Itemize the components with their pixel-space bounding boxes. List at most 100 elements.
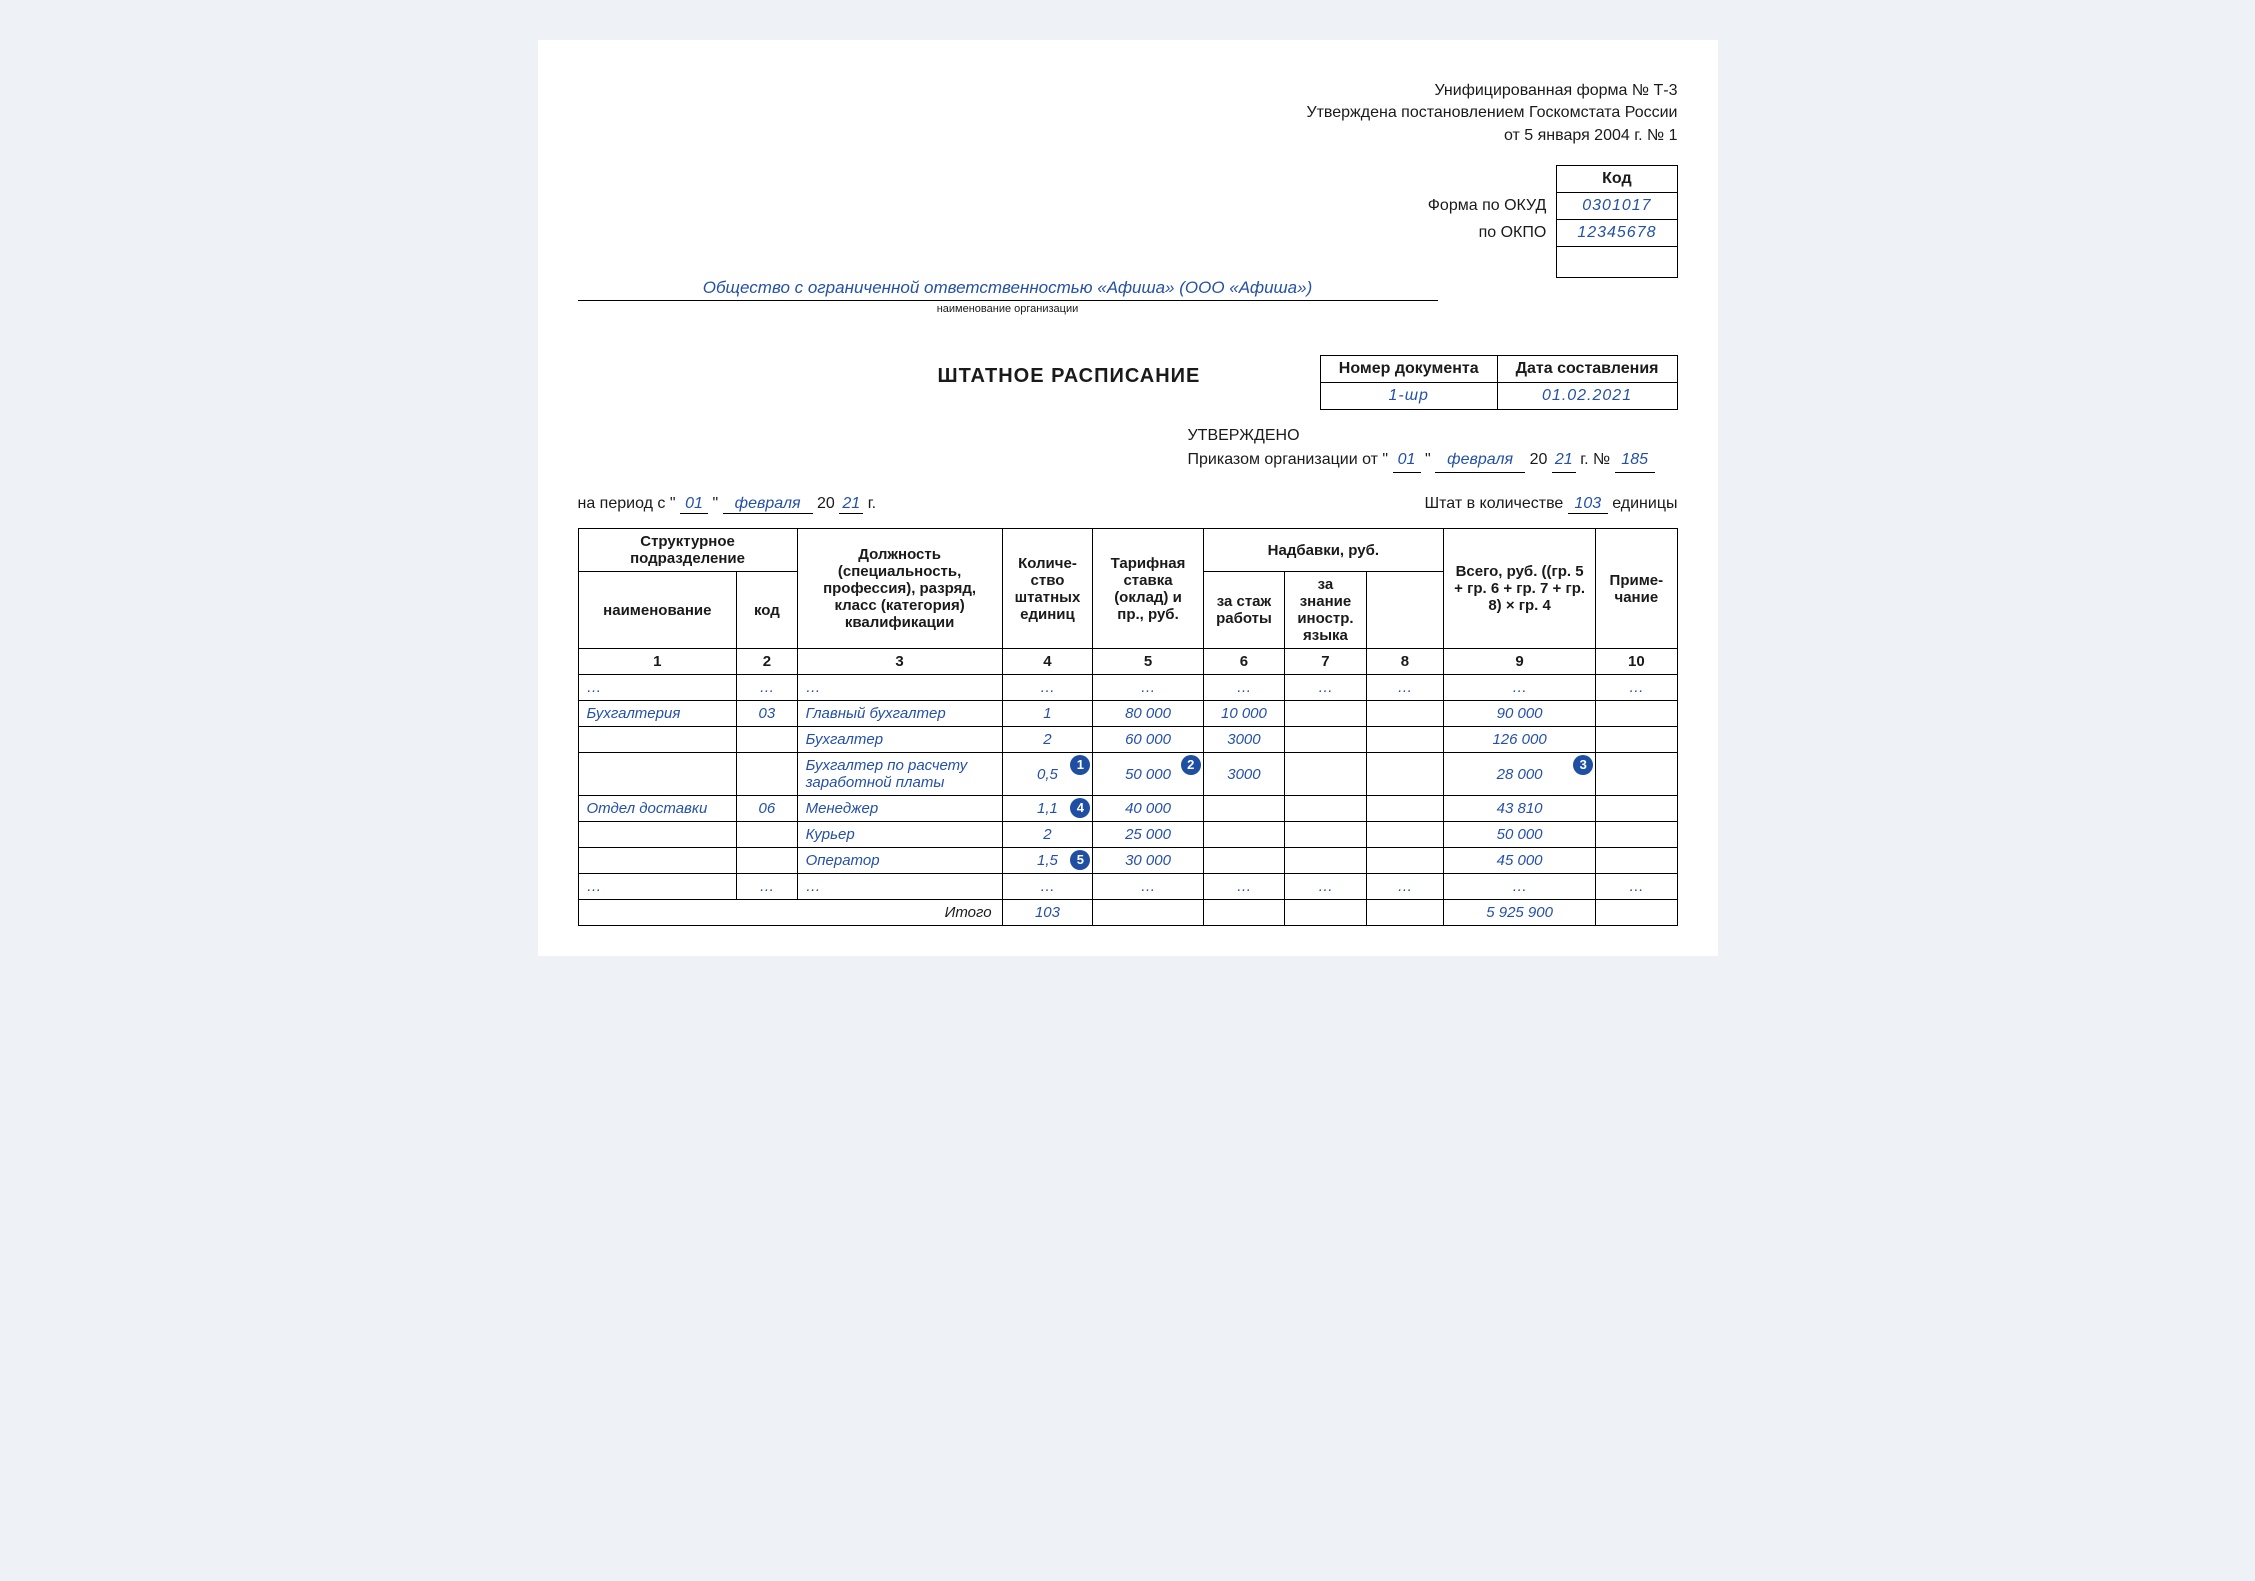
- cell-a1: 3000: [1203, 753, 1285, 796]
- cell-pos: Курьер: [797, 822, 1002, 848]
- ellipsis-cell: …: [1093, 874, 1203, 900]
- cell-note: [1596, 848, 1677, 874]
- cell-code: 03: [737, 701, 797, 727]
- cell-note: [1596, 796, 1677, 822]
- cell-a2: [1285, 822, 1367, 848]
- ellipsis-cell: …: [1093, 675, 1203, 701]
- doc-title: ШТАТНОЕ РАСПИСАНИЕ: [938, 365, 1201, 388]
- approval-day: 01: [1393, 448, 1421, 473]
- docdate-header: Дата составления: [1497, 356, 1677, 383]
- cell-a1: 3000: [1203, 727, 1285, 753]
- ellipsis-cell: …: [1366, 675, 1443, 701]
- ellipsis-cell: …: [1203, 874, 1285, 900]
- totals-cell: [1366, 900, 1443, 926]
- form-header: Унифицированная форма № Т-3 Утверждена п…: [578, 80, 1678, 147]
- cell-rate: 50 0002: [1093, 753, 1203, 796]
- table-row: Курьер225 00050 000: [578, 822, 1677, 848]
- approval-month: февраля: [1435, 448, 1525, 473]
- col-allow3: [1366, 572, 1443, 649]
- period-block: на период с " 01 " февраля 20 21 г.: [578, 495, 877, 514]
- main-table: Структурное подразделение Должность (спе…: [578, 528, 1678, 926]
- cell-units: 1: [1002, 701, 1093, 727]
- cell-units: 2: [1002, 727, 1093, 753]
- okpo-label: по ОКПО: [1408, 220, 1557, 247]
- totals-cell: 5 925 900: [1443, 900, 1595, 926]
- period-month: февраля: [723, 495, 813, 514]
- cell-pos: Оператор: [797, 848, 1002, 874]
- table-row: Оператор1,5530 00045 000: [578, 848, 1677, 874]
- cell-a2: [1285, 753, 1367, 796]
- ellipsis-cell: …: [578, 874, 737, 900]
- col-rate: Тарифная ставка (оклад) и пр., руб.: [1093, 529, 1203, 649]
- cell-dept: [578, 848, 737, 874]
- cell-code: 06: [737, 796, 797, 822]
- header-line: от 5 января 2004 г. № 1: [578, 125, 1678, 147]
- header-line: Утверждена постановлением Госкомстата Ро…: [578, 102, 1678, 124]
- cell-a1: [1203, 822, 1285, 848]
- ellipsis-cell: …: [797, 675, 1002, 701]
- annotation-badge: 4: [1070, 798, 1090, 818]
- ellipsis-cell: …: [1596, 675, 1677, 701]
- totals-cell: [1285, 900, 1367, 926]
- cell-dept: Бухгалтерия: [578, 701, 737, 727]
- header-line: Унифицированная форма № Т-3: [578, 80, 1678, 102]
- cell-a3: [1366, 822, 1443, 848]
- approval-title: УТВЕРЖДЕНО: [1188, 424, 1678, 448]
- ellipsis-cell: …: [737, 874, 797, 900]
- docnum-header: Номер документа: [1320, 356, 1497, 383]
- cell-units: 1,55: [1002, 848, 1093, 874]
- cell-a3: [1366, 727, 1443, 753]
- cell-units: 2: [1002, 822, 1093, 848]
- code-table: Код Форма по ОКУД 0301017 по ОКПО 123456…: [1408, 165, 1678, 278]
- ellipsis-cell: …: [1285, 874, 1367, 900]
- cell-a2: [1285, 727, 1367, 753]
- cell-code: [737, 753, 797, 796]
- org-sublabel: наименование организации: [578, 303, 1438, 315]
- ellipsis-cell: …: [1002, 874, 1093, 900]
- period-day: 01: [680, 495, 708, 514]
- totals-cell: 103: [1002, 900, 1093, 926]
- table-row: Отдел доставки06Менеджер1,1440 00043 810: [578, 796, 1677, 822]
- coln: 6: [1203, 649, 1285, 675]
- annotation-badge: 2: [1181, 755, 1201, 775]
- cell-dept: [578, 822, 737, 848]
- col-note: Приме­чание: [1596, 529, 1677, 649]
- period-year: 21: [839, 495, 863, 514]
- cell-units: 0,51: [1002, 753, 1093, 796]
- coln: 10: [1596, 649, 1677, 675]
- cell-a3: [1366, 753, 1443, 796]
- totals-cell: [1203, 900, 1285, 926]
- docnum-table: Номер документа Дата составления 1-шр 01…: [1320, 355, 1678, 410]
- ellipsis-row: …………………………: [578, 874, 1677, 900]
- cell-rate: 60 000: [1093, 727, 1203, 753]
- totals-label: Итого: [578, 900, 1002, 926]
- okud-label: Форма по ОКУД: [1408, 193, 1557, 220]
- coln: 8: [1366, 649, 1443, 675]
- ellipsis-cell: …: [1203, 675, 1285, 701]
- ellipsis-cell: …: [1443, 874, 1595, 900]
- cell-total: 126 000: [1443, 727, 1595, 753]
- coln: 5: [1093, 649, 1203, 675]
- ellipsis-cell: …: [1002, 675, 1093, 701]
- col-dept-code: код: [737, 572, 797, 649]
- cell-total: 43 810: [1443, 796, 1595, 822]
- cell-total: 28 0003: [1443, 753, 1595, 796]
- cell-pos: Бухгалтер: [797, 727, 1002, 753]
- cell-dept: [578, 727, 737, 753]
- org-name: Общество с ограниченной ответственностью…: [578, 278, 1438, 301]
- coln: 9: [1443, 649, 1595, 675]
- cell-note: [1596, 753, 1677, 796]
- cell-dept: Отдел доставки: [578, 796, 737, 822]
- ellipsis-cell: …: [1443, 675, 1595, 701]
- table-row: Бухгалтер по расчету заработной платы0,5…: [578, 753, 1677, 796]
- cell-a3: [1366, 701, 1443, 727]
- ellipsis-cell: …: [1596, 874, 1677, 900]
- staff-count: 103: [1568, 495, 1608, 514]
- ellipsis-cell: …: [737, 675, 797, 701]
- ellipsis-row: …………………………: [578, 675, 1677, 701]
- cell-a1: [1203, 796, 1285, 822]
- coln: 3: [797, 649, 1002, 675]
- annotation-badge: 5: [1070, 850, 1090, 870]
- cell-rate: 30 000: [1093, 848, 1203, 874]
- coln: 1: [578, 649, 737, 675]
